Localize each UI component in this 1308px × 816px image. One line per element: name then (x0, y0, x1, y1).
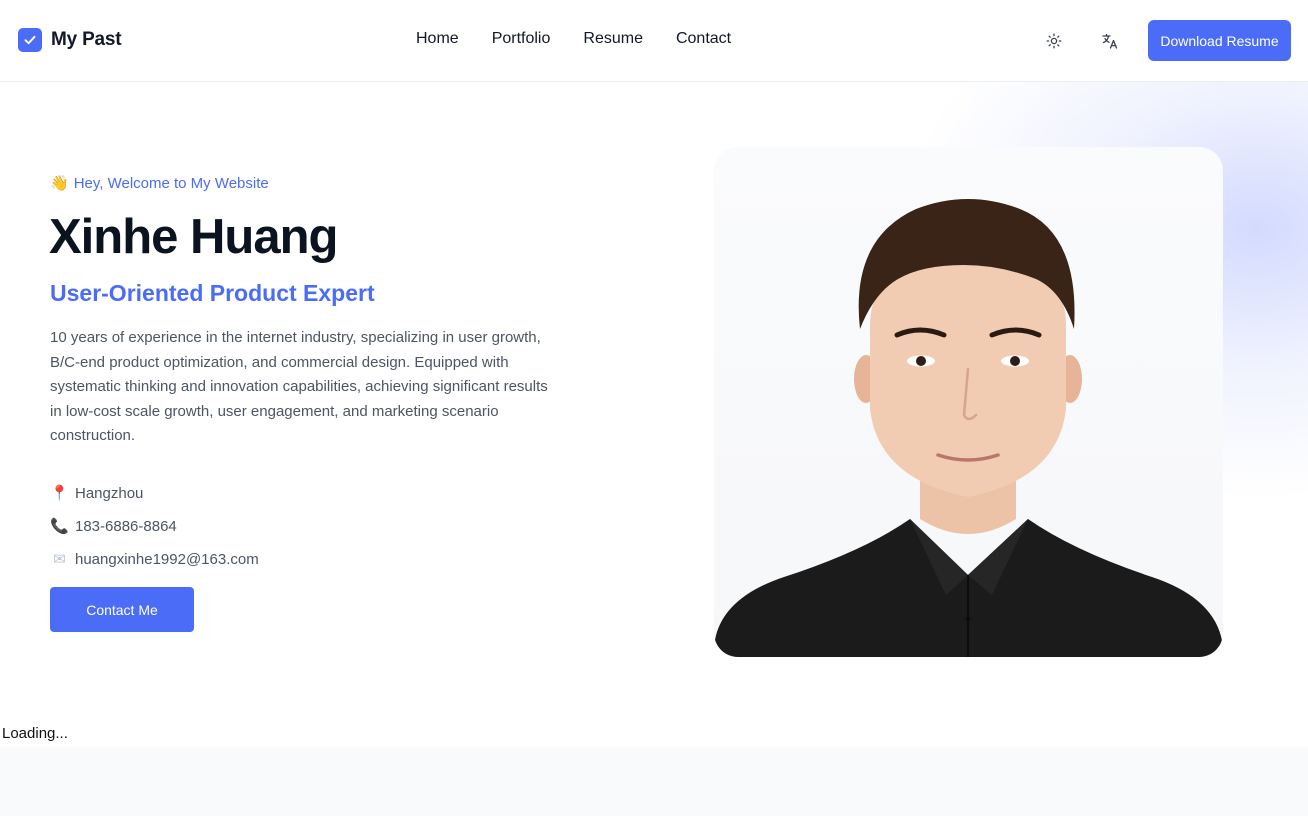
hero-role: User-Oriented Product Expert (50, 280, 375, 306)
waving-hand-icon: 👋 (50, 175, 69, 192)
brand-name: My Past (51, 29, 122, 50)
download-resume-button[interactable]: Download Resume (1148, 20, 1291, 61)
nav-contact[interactable]: Contact (676, 30, 731, 48)
nav-home[interactable]: Home (416, 30, 459, 48)
contact-info: 📍 Hangzhou 📞 183-6886-8864 ✉ huangxinhe1… (50, 482, 259, 581)
page: My Past Home Portfolio Resume Contact Do… (0, 0, 1308, 816)
contact-email: ✉ huangxinhe1992@163.com (50, 548, 259, 570)
nav-resume[interactable]: Resume (583, 30, 643, 48)
brand[interactable]: My Past (18, 28, 122, 52)
language-toggle-button[interactable] (1096, 27, 1124, 55)
top-navbar: My Past Home Portfolio Resume Contact Do… (0, 0, 1308, 82)
contact-phone: 📞 183-6886-8864 (50, 515, 259, 537)
next-section-placeholder (0, 747, 1308, 816)
profile-photo (714, 147, 1223, 657)
greeting-text: Hey, Welcome to My Website (73, 174, 269, 192)
check-icon (18, 28, 42, 52)
translate-icon (1102, 33, 1118, 49)
greeting: 👋 Hey, Welcome to My Website (50, 174, 269, 193)
location-text: Hangzhou (75, 484, 144, 502)
main-nav: Home Portfolio Resume Contact (416, 30, 731, 48)
envelope-icon: ✉ (53, 551, 66, 568)
contact-location: 📍 Hangzhou (50, 482, 259, 504)
hero-name: Xinhe Huang (49, 210, 338, 264)
hero-description: 10 years of experience in the internet i… (50, 329, 548, 444)
loading-indicator: Loading... (2, 725, 68, 742)
phone-icon: 📞 (50, 518, 69, 535)
location-pin-icon: 📍 (50, 485, 69, 502)
contact-me-button[interactable]: Contact Me (50, 587, 194, 632)
nav-portfolio[interactable]: Portfolio (492, 30, 551, 48)
sun-icon (1046, 33, 1062, 49)
email-text[interactable]: huangxinhe1992@163.com (75, 551, 259, 568)
phone-text[interactable]: 183-6886-8864 (75, 518, 177, 535)
theme-toggle-button[interactable] (1040, 27, 1068, 55)
